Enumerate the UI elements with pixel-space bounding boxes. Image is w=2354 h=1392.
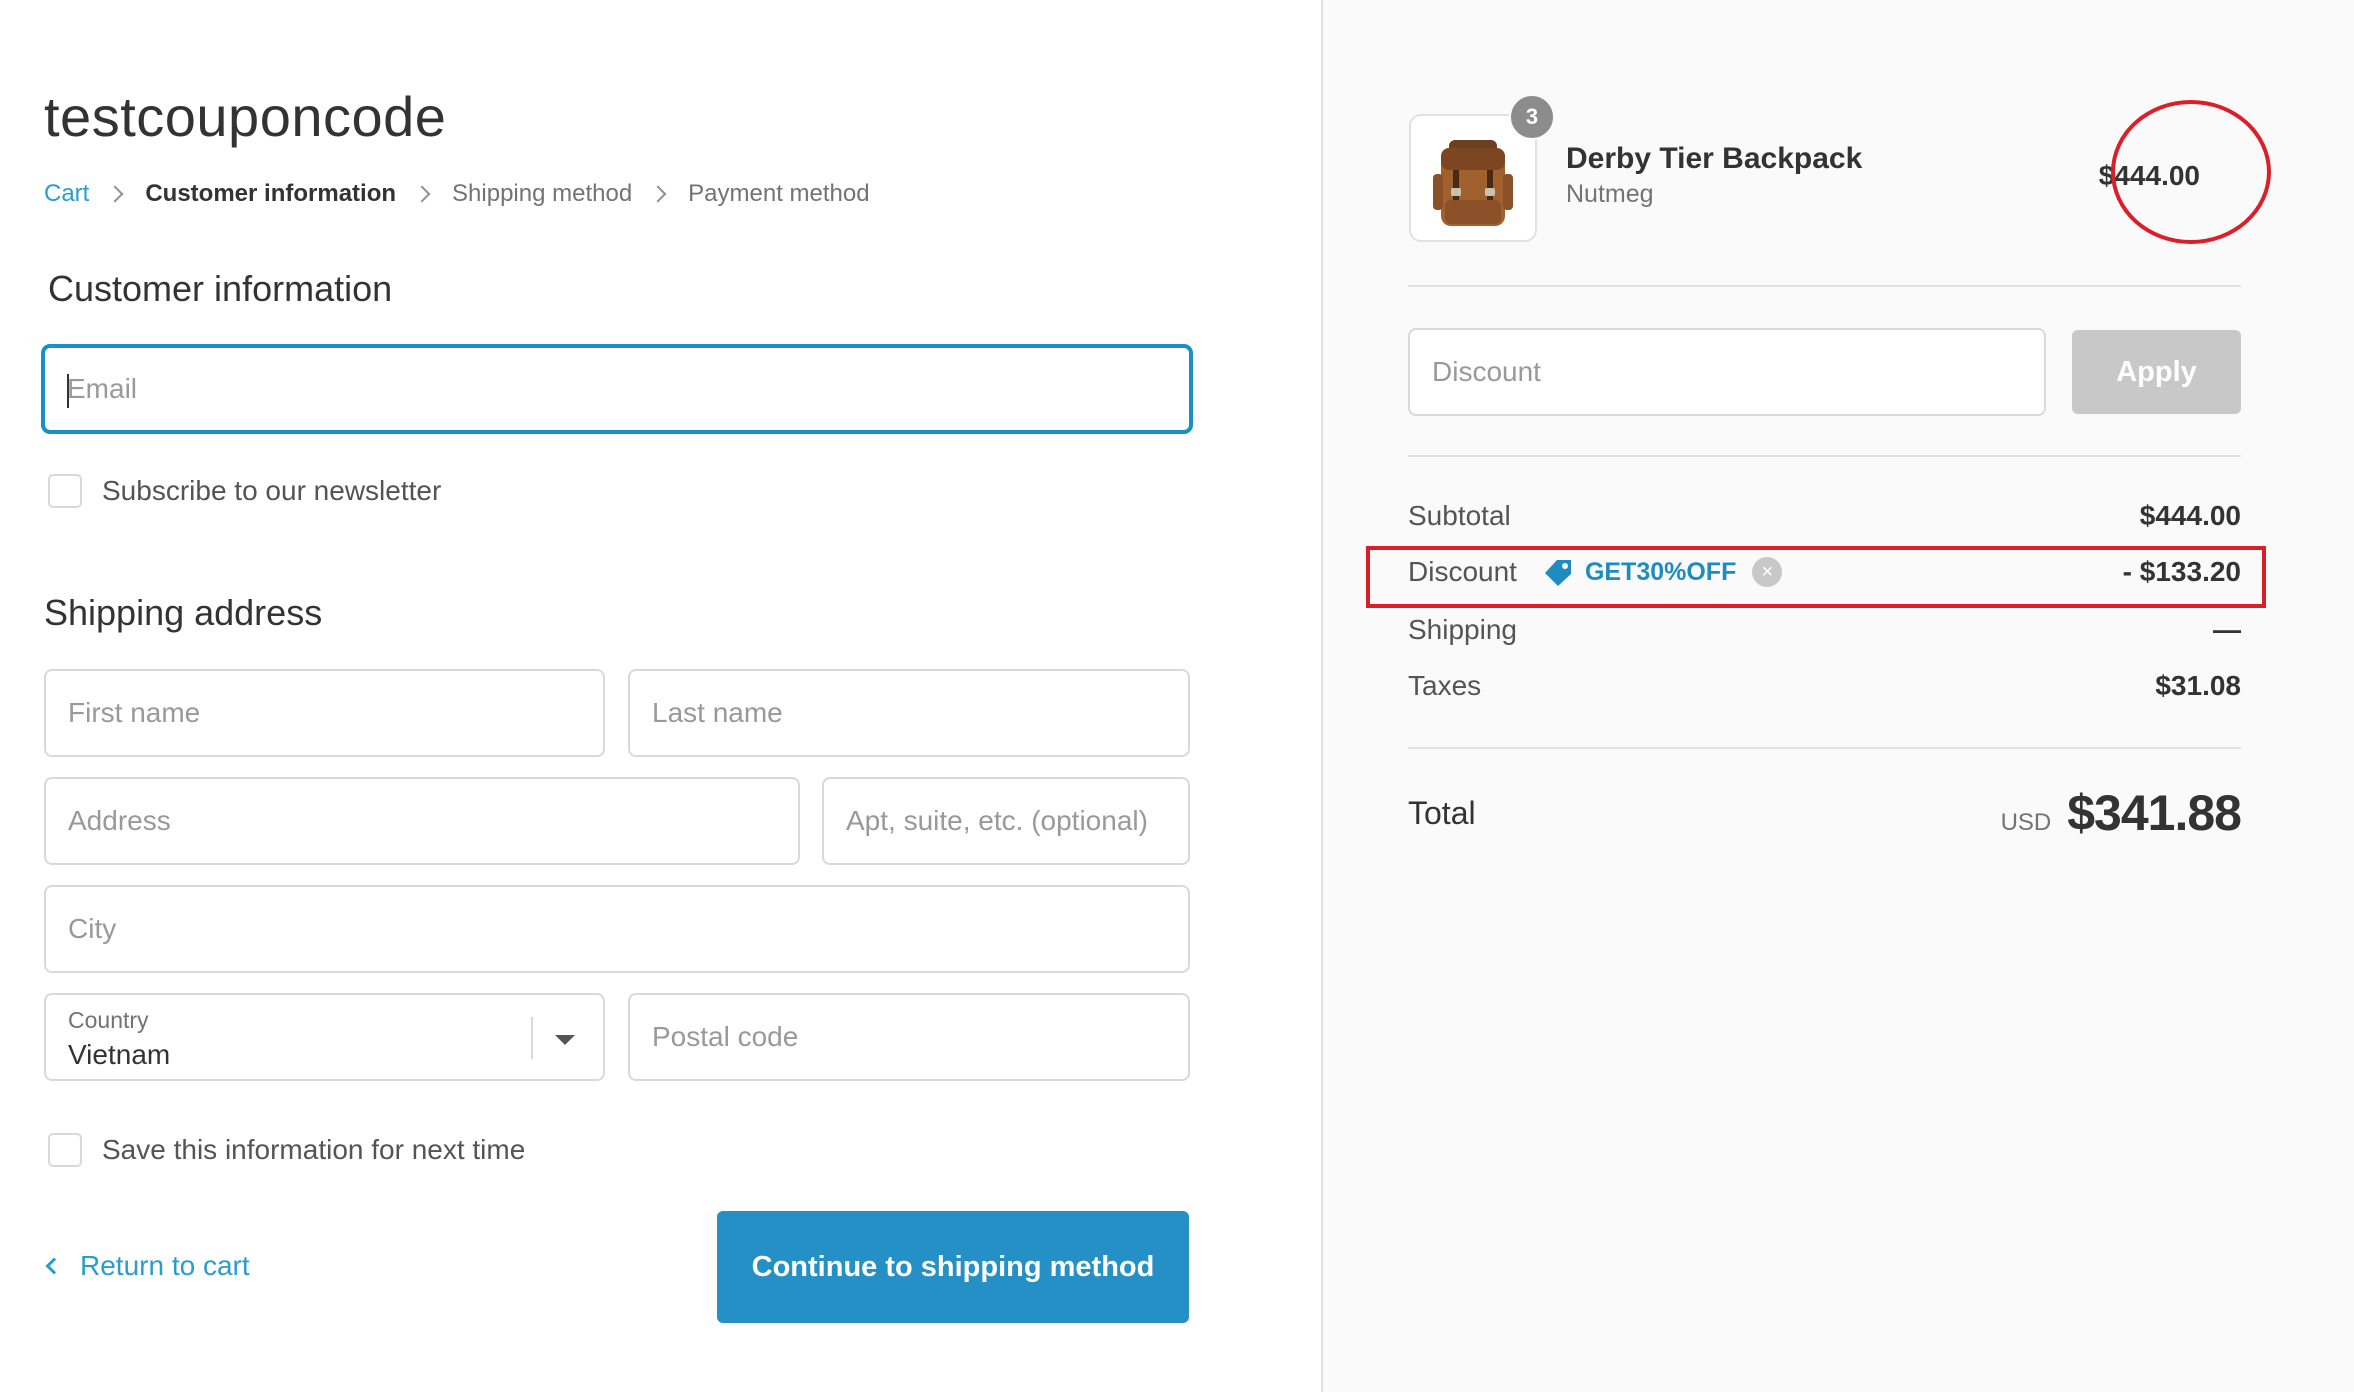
postal-code-field[interactable]	[628, 993, 1190, 1081]
last-name-field[interactable]	[628, 669, 1190, 757]
apply-discount-button[interactable]: Apply	[2072, 330, 2241, 414]
return-to-cart-link[interactable]: Return to cart	[44, 1250, 250, 1282]
shipping-value: —	[2213, 614, 2241, 645]
product-name: Derby Tier Backpack	[1566, 142, 1863, 175]
subtotal-value: $444.00	[2139, 500, 2241, 531]
divider	[1408, 747, 2241, 749]
save-info-label: Save this information for next time	[102, 1134, 526, 1165]
continue-to-shipping-button[interactable]: Continue to shipping method	[717, 1211, 1189, 1323]
price-annotation-circle	[2111, 100, 2271, 244]
breadcrumb-payment-method: Payment method	[688, 180, 870, 207]
chevron-right-icon	[413, 185, 431, 203]
city-field[interactable]	[44, 885, 1190, 973]
subtotal-row: Subtotal $444.00	[1408, 500, 2241, 532]
dropdown-arrow-icon[interactable]	[555, 1035, 575, 1045]
divider	[1408, 285, 2241, 287]
newsletter-checkbox[interactable]	[48, 474, 82, 508]
select-divider	[531, 1017, 533, 1059]
newsletter-checkbox-row[interactable]: Subscribe to our newsletter	[48, 474, 441, 508]
newsletter-label: Subscribe to our newsletter	[102, 475, 442, 506]
breadcrumb: Cart Customer information Shipping metho…	[44, 180, 870, 208]
subtotal-label: Subtotal	[1408, 500, 1511, 531]
city-input[interactable]	[46, 887, 1188, 971]
breadcrumb-shipping-method: Shipping method	[452, 180, 633, 207]
shipping-address-heading: Shipping address	[44, 592, 323, 633]
email-field[interactable]	[42, 345, 1192, 433]
discount-annotation-box	[1366, 546, 2266, 608]
total-row: Total USD $341.88	[1408, 784, 2242, 842]
address-field[interactable]	[44, 777, 800, 865]
apt-input[interactable]	[824, 779, 1188, 863]
save-info-checkbox-row[interactable]: Save this information for next time	[48, 1133, 525, 1167]
country-label: Country	[68, 1007, 149, 1033]
shipping-label: Shipping	[1408, 614, 1517, 645]
quantity-badge: 3	[1509, 94, 1555, 140]
shipping-row: Shipping —	[1408, 614, 2241, 646]
taxes-label: Taxes	[1408, 670, 1482, 701]
postal-code-input[interactable]	[630, 995, 1188, 1079]
breadcrumb-cart[interactable]: Cart	[44, 180, 89, 208]
discount-field[interactable]	[1408, 328, 2046, 416]
currency-code: USD	[2000, 809, 2052, 836]
discount-code-input[interactable]	[1410, 330, 2044, 414]
first-name-input[interactable]	[46, 671, 603, 755]
last-name-input[interactable]	[630, 671, 1188, 755]
total-amount: $341.88	[2067, 785, 2242, 841]
save-info-checkbox[interactable]	[48, 1133, 82, 1167]
chevron-right-icon	[649, 185, 667, 203]
taxes-value: $31.08	[2155, 670, 2241, 701]
address-input[interactable]	[46, 779, 798, 863]
shop-title: testcouponcode	[44, 85, 447, 148]
country-select[interactable]: Country Vietnam	[44, 993, 605, 1081]
chevron-right-icon	[106, 185, 124, 203]
chevron-left-icon	[45, 1257, 63, 1275]
email-input[interactable]	[45, 348, 1189, 430]
product-variant: Nutmeg	[1566, 180, 1654, 208]
apt-field[interactable]	[822, 777, 1190, 865]
breadcrumb-customer-information: Customer information	[145, 180, 397, 207]
first-name-field[interactable]	[44, 669, 605, 757]
customer-information-heading: Customer information	[48, 268, 393, 309]
country-value: Vietnam	[68, 1039, 171, 1070]
total-label: Total	[1408, 794, 1476, 831]
return-to-cart-label: Return to cart	[80, 1250, 250, 1281]
taxes-row: Taxes $31.08	[1408, 670, 2241, 702]
checkout-main: testcouponcode Cart Customer information…	[0, 0, 1321, 1392]
divider	[1408, 455, 2241, 457]
